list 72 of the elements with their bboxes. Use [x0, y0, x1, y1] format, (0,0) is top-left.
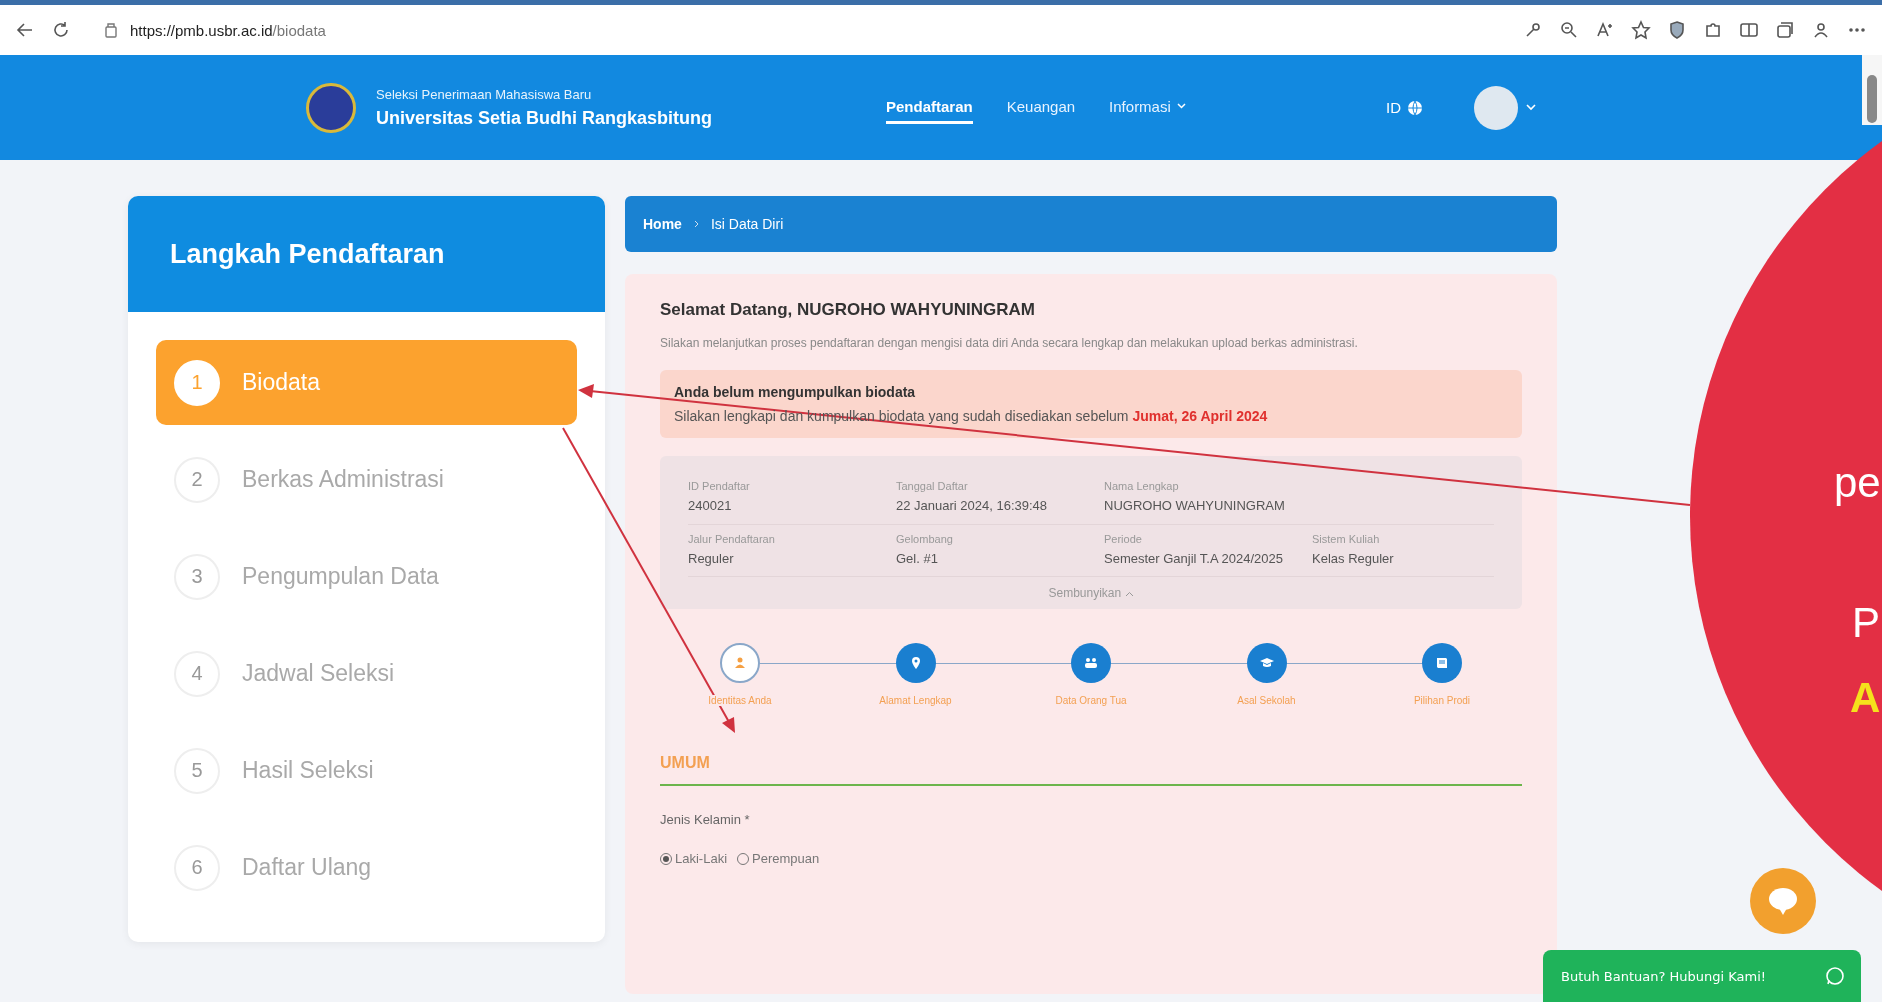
progress-step[interactable]: Alamat Lengkap — [855, 643, 976, 706]
info-label: Nama Lengkap — [1104, 480, 1180, 492]
info-label: Jalur Pendaftaran — [688, 532, 776, 545]
step-label: Data Orang Tua — [1055, 695, 1127, 706]
whatsapp-icon — [1825, 966, 1845, 986]
step-number: 1 — [174, 359, 220, 406]
step-number: 3 — [174, 553, 220, 600]
annotation-text: P — [1852, 599, 1880, 647]
step-item[interactable]: 1 Biodata — [156, 340, 577, 425]
speech-bubble-icon — [1766, 886, 1800, 916]
info-value: Reguler — [688, 549, 735, 568]
info-value: NUGROHO WAHYUNINGRAM — [1104, 497, 1286, 515]
collections-icon[interactable] — [1774, 19, 1796, 41]
hide-toggle[interactable]: Sembunyikan — [1042, 585, 1140, 601]
user-avatar[interactable] — [1474, 85, 1518, 130]
progress-step[interactable]: Asal Sekolah — [1206, 643, 1327, 706]
nav-link[interactable]: Informasi — [1109, 91, 1186, 124]
step-number: 6 — [174, 844, 220, 891]
info-value: Gel. #1 — [896, 549, 939, 568]
info-value: 240021 — [688, 497, 733, 515]
chevron-icon — [1124, 591, 1134, 597]
chevron-icon — [693, 220, 699, 228]
field-label: Jenis Kelamin * — [660, 812, 751, 827]
step-item[interactable]: 2 Berkas Administrasi — [156, 437, 577, 522]
annotation-text: pe — [1834, 459, 1881, 507]
progress-step[interactable]: Data Orang Tua — [1031, 643, 1151, 706]
site-title: Universitas Setia Budhi Rangkasbitung — [376, 107, 714, 129]
step-number: 4 — [174, 650, 220, 697]
progress-step[interactable]: Identitas Anda — [680, 643, 800, 706]
university-logo — [306, 82, 356, 133]
star-icon[interactable] — [1630, 19, 1652, 41]
info-label: Tanggal Daftar — [896, 480, 969, 492]
language-code[interactable]: ID — [1386, 99, 1401, 116]
person-icon — [732, 655, 748, 671]
people-icon — [1083, 655, 1099, 671]
section-heading: UMUM — [660, 754, 1522, 786]
step-label: Alamat Lengkap — [879, 695, 952, 706]
step-number: 5 — [174, 747, 220, 794]
info-value: Kelas Reguler — [1312, 549, 1395, 568]
step-number: 2 — [174, 456, 220, 503]
step-item[interactable]: 4 Jadwal Seleksi — [156, 631, 577, 716]
nav-link[interactable]: Pendaftaran — [886, 91, 973, 124]
step-item[interactable]: 3 Pengumpulan Data — [156, 534, 577, 619]
book-icon — [1434, 655, 1450, 671]
info-label: Sistem Kuliah — [1312, 532, 1381, 545]
welcome-text: Silakan melanjutkan proses pendaftaran dengan mengisi data diri Anda secara lengkap dan melakukan upload berkas administrasi. — [660, 335, 1359, 352]
url-text: https://pmb.usbr.ac.id/biodata — [130, 21, 326, 39]
radio-option[interactable]: Perempuan — [737, 851, 820, 866]
info-label: Gelombang — [896, 532, 954, 545]
welcome-title: Selamat Datang, NUGROHO WAHYUNINGRAM — [660, 300, 1036, 320]
breadcrumb-current: Isi Data Diri — [710, 216, 784, 232]
caret-icon[interactable] — [1526, 104, 1536, 111]
nav-link[interactable]: Keuangan — [1006, 91, 1076, 124]
step-item[interactable]: 6 Daftar Ulang — [156, 825, 577, 910]
radio-option[interactable]: Laki-Laki — [660, 851, 728, 866]
help-button[interactable]: Butuh Bantuan? Hubungi Kami! — [1543, 950, 1861, 1002]
info-label: ID Pendaftar — [688, 480, 751, 492]
breadcrumb-link[interactable]: Home — [643, 216, 682, 232]
step-item[interactable]: 5 Hasil Seleksi — [156, 728, 577, 813]
info-value: Semester Ganjil T.A 2024/2025 — [1104, 549, 1284, 568]
step-label: Pilihan Prodi — [1413, 695, 1471, 706]
alert-title: Anda belum mengumpulkan biodata — [674, 384, 917, 400]
annotation-text: A — [1850, 674, 1881, 722]
steps-panel-title: Langkah Pendaftaran — [128, 196, 605, 312]
step-label: Asal Sekolah — [1237, 695, 1296, 706]
scrollbar[interactable] — [1862, 55, 1882, 125]
site-subtitle: Seleksi Penerimaan Mahasiswa Baru — [376, 86, 593, 102]
info-value: 22 Januari 2024, 16:39:48 — [896, 497, 1049, 515]
globe-icon — [1407, 99, 1423, 116]
info-label: Periode — [1104, 532, 1143, 545]
progress-step[interactable]: Pilihan Prodi — [1382, 643, 1502, 706]
step-label: Identitas Anda — [708, 695, 772, 706]
